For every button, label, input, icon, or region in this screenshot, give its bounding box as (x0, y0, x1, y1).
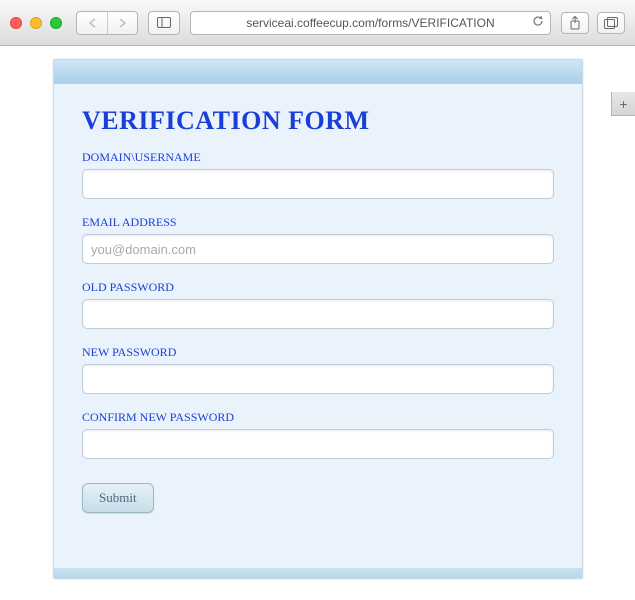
reload-button[interactable] (532, 14, 544, 32)
input-email[interactable] (82, 234, 554, 264)
reload-icon (532, 15, 544, 27)
window-zoom-icon[interactable] (50, 17, 62, 29)
input-new-password[interactable] (82, 364, 554, 394)
submit-button[interactable]: Submit (82, 483, 154, 513)
address-bar[interactable]: serviceai.coffeecup.com/forms/VERIFICATI… (190, 11, 551, 35)
sidebar-toggle-group (148, 11, 180, 35)
toolbar-right-group (561, 12, 625, 34)
verification-form-card: VERIFICATION FORM DOMAIN\USERNAME EMAIL … (53, 59, 583, 579)
input-domain-username[interactable] (82, 169, 554, 199)
sidebar-toggle-button[interactable] (149, 12, 179, 34)
sidebar-icon (157, 17, 171, 28)
nav-back-forward-group (76, 11, 138, 35)
label-old-password: OLD PASSWORD (82, 280, 554, 295)
share-icon (569, 16, 581, 30)
field-email: EMAIL ADDRESS (82, 215, 554, 264)
share-button[interactable] (561, 12, 589, 34)
input-confirm-password[interactable] (82, 429, 554, 459)
nav-back-button[interactable] (77, 12, 107, 34)
tabs-overview-button[interactable] (597, 12, 625, 34)
card-header-bar (54, 60, 582, 84)
field-confirm-password: CONFIRM NEW PASSWORD (82, 410, 554, 459)
window-controls (10, 17, 62, 29)
plus-icon: + (619, 96, 627, 112)
field-new-password: NEW PASSWORD (82, 345, 554, 394)
label-domain-username: DOMAIN\USERNAME (82, 150, 554, 165)
window-close-icon[interactable] (10, 17, 22, 29)
page-viewport: + VERIFICATION FORM DOMAIN\USERNAME EMAI… (0, 46, 635, 600)
browser-toolbar: serviceai.coffeecup.com/forms/VERIFICATI… (0, 0, 635, 46)
field-domain-username: DOMAIN\USERNAME (82, 150, 554, 199)
tabs-icon (604, 17, 618, 29)
label-email: EMAIL ADDRESS (82, 215, 554, 230)
field-old-password: OLD PASSWORD (82, 280, 554, 329)
address-text: serviceai.coffeecup.com/forms/VERIFICATI… (246, 16, 494, 30)
form-body: DOMAIN\USERNAME EMAIL ADDRESS OLD PASSWO… (54, 150, 582, 513)
form-title: VERIFICATION FORM (82, 106, 582, 136)
nav-forward-button[interactable] (107, 12, 137, 34)
window-minimize-icon[interactable] (30, 17, 42, 29)
label-confirm-password: CONFIRM NEW PASSWORD (82, 410, 554, 425)
label-new-password: NEW PASSWORD (82, 345, 554, 360)
chevron-right-icon (118, 18, 127, 28)
input-old-password[interactable] (82, 299, 554, 329)
new-tab-button[interactable]: + (611, 92, 635, 116)
card-footer-bar (54, 568, 582, 578)
chevron-left-icon (88, 18, 97, 28)
